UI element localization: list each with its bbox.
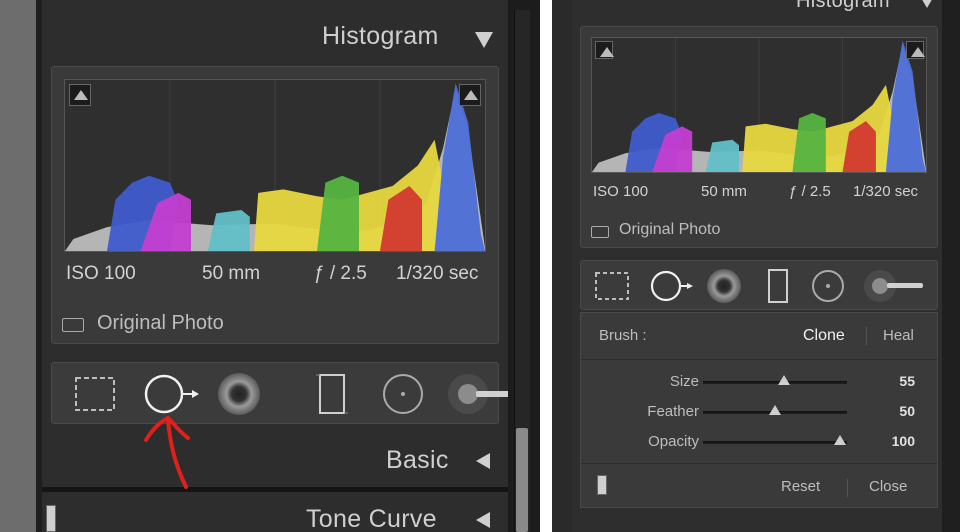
histogram-curves xyxy=(592,38,926,172)
histogram-box: ISO 100 50 mm ƒ / 2.5 1/320 sec Original… xyxy=(51,66,499,344)
aperture: ƒ / 2.5 xyxy=(789,183,831,200)
red-eye-tool-icon[interactable] xyxy=(703,265,745,307)
divider-2 xyxy=(581,463,937,464)
histogram-title[interactable]: Histogram xyxy=(322,22,439,51)
reset-button[interactable]: Reset xyxy=(781,478,820,495)
mode-separator xyxy=(866,327,867,345)
aperture: ƒ / 2.5 xyxy=(314,263,367,284)
right-panel: Histogram ISO 100 50 mm ƒ / 2.5 1/320 se… xyxy=(42,0,520,532)
panel-switch-icon[interactable] xyxy=(597,475,607,495)
collapse-triangle-icon[interactable] xyxy=(475,32,493,48)
spot-removal-tool-icon[interactable] xyxy=(649,265,697,307)
original-photo-checkbox[interactable] xyxy=(62,318,84,332)
slider-track-opacity[interactable] xyxy=(703,441,847,444)
spot-brush-tool-icon[interactable] xyxy=(863,267,927,305)
basic-panel-title[interactable]: Basic xyxy=(386,446,449,475)
slider-value-feather[interactable]: 50 xyxy=(899,403,915,419)
red-eye-tool-icon[interactable] xyxy=(214,369,264,419)
divider xyxy=(581,359,937,360)
button-separator xyxy=(847,479,848,497)
histogram-title[interactable]: Histogram xyxy=(796,0,890,13)
shutter-speed: 1/320 sec xyxy=(853,183,919,200)
crop-tool-icon[interactable] xyxy=(72,373,118,415)
separator xyxy=(540,0,552,532)
slider-knob-size[interactable] xyxy=(777,375,790,385)
collapse-triangle-icon[interactable] xyxy=(920,0,934,8)
tool-strip xyxy=(51,362,520,424)
red-annotation-arrow xyxy=(144,415,190,489)
focal-length: 50 mm xyxy=(202,263,261,284)
histogram-curves xyxy=(65,80,485,251)
iso-value: ISO 100 xyxy=(593,183,649,200)
brush-label: Brush : xyxy=(599,327,647,344)
right-scroll-edge xyxy=(942,0,960,532)
graduated-filter-icon[interactable] xyxy=(763,267,793,305)
panel-divider xyxy=(42,487,508,492)
highlight-clipping-icon[interactable] xyxy=(906,41,925,59)
shadow-clipping-icon[interactable] xyxy=(595,41,614,59)
heal-mode-button[interactable]: Heal xyxy=(883,327,914,344)
original-photo-label: Original Photo xyxy=(97,312,224,334)
slider-knob-opacity[interactable] xyxy=(833,435,846,445)
left-screenshot: Histogram ISO 100 50 mm ƒ / 2.5 1/320 se… xyxy=(0,0,540,532)
brush-settings-panel: Brush : Clone Heal Size 55 Feather 50 Opacit… xyxy=(580,312,938,508)
original-photo-checkbox[interactable] xyxy=(591,226,609,238)
scrollbar[interactable] xyxy=(508,0,540,532)
expand-triangle-icon-2[interactable] xyxy=(476,512,490,528)
expand-triangle-icon[interactable] xyxy=(476,453,490,469)
shadow-clipping-icon[interactable] xyxy=(69,84,91,106)
crop-tool-icon[interactable] xyxy=(593,269,631,303)
highlight-clipping-icon[interactable] xyxy=(459,84,481,106)
slider-label-opacity: Opacity xyxy=(648,433,699,450)
clone-mode-button[interactable]: Clone xyxy=(803,327,845,345)
scrollbar-thumb[interactable] xyxy=(516,428,528,532)
shutter-speed: 1/320 sec xyxy=(396,263,479,284)
graduated-filter-icon[interactable] xyxy=(312,371,352,417)
histogram-graph[interactable] xyxy=(591,37,927,173)
original-photo-label: Original Photo xyxy=(619,221,721,238)
close-button[interactable]: Close xyxy=(869,478,907,495)
slider-value-size[interactable]: 55 xyxy=(899,373,915,389)
radial-filter-icon[interactable] xyxy=(809,267,847,305)
slider-value-opacity[interactable]: 100 xyxy=(892,433,915,449)
histogram-graph[interactable] xyxy=(64,79,486,252)
right-screenshot: Histogram ISO 100 50 mm ƒ / 2.5 1/320 se… xyxy=(552,0,960,532)
left-edge xyxy=(552,0,572,532)
histogram-box: ISO 100 50 mm ƒ / 2.5 1/320 sec Original… xyxy=(580,26,938,248)
tone-curve-panel-title[interactable]: Tone Curve xyxy=(306,505,437,532)
filmstrip-edge xyxy=(0,0,36,532)
slider-knob-feather[interactable] xyxy=(769,405,781,415)
slider-label-feather: Feather xyxy=(647,403,699,420)
iso-value: ISO 100 xyxy=(66,263,136,284)
tool-strip xyxy=(580,260,938,310)
panel-switch-icon[interactable] xyxy=(46,505,56,532)
slider-track-size[interactable] xyxy=(703,381,847,384)
focal-length: 50 mm xyxy=(701,183,747,200)
slider-label-size: Size xyxy=(669,373,699,390)
radial-filter-icon[interactable] xyxy=(380,371,426,417)
